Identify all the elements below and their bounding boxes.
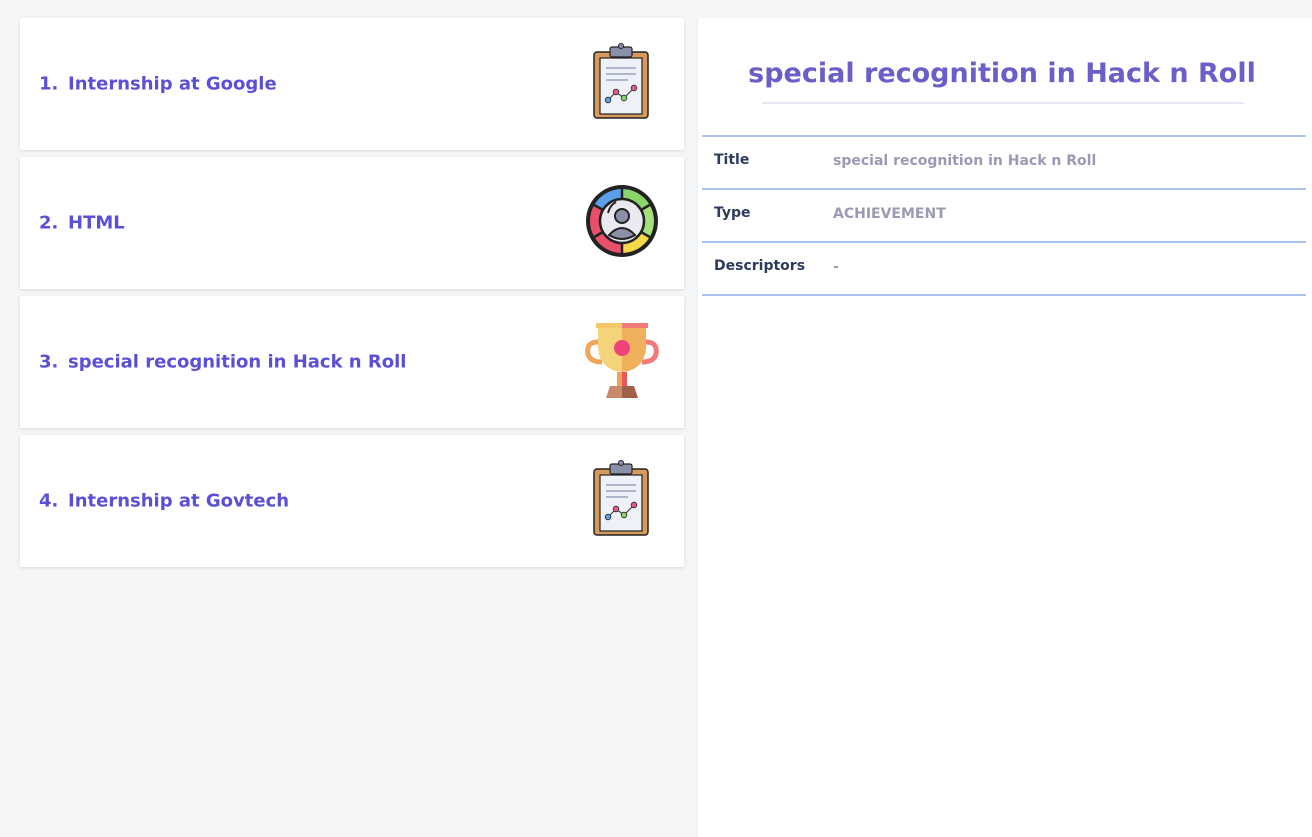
field-row-descriptors: Descriptors - <box>702 243 1306 296</box>
list-item[interactable]: 3. special recognition in Hack n Roll <box>20 296 684 428</box>
item-title: 1. Internship at Google <box>39 74 277 95</box>
item-title: 2. HTML <box>39 213 125 234</box>
item-title-text: Internship at Google <box>68 73 277 95</box>
item-title-text: special recognition in Hack n Roll <box>68 351 407 373</box>
field-value: special recognition in Hack n Roll <box>833 153 1097 169</box>
detail-fields: Title special recognition in Hack n Roll… <box>702 135 1306 296</box>
item-title: 4. Internship at Govtech <box>39 491 289 512</box>
item-list: 1. Internship at Google 2. HTML 3. speci… <box>20 18 684 574</box>
field-value: ACHIEVEMENT <box>833 206 946 222</box>
list-item[interactable]: 1. Internship at Google <box>20 18 684 150</box>
item-index: 1. <box>39 73 59 95</box>
profile-wheel-icon <box>586 185 658 257</box>
field-value: - <box>833 259 839 275</box>
item-title: 3. special recognition in Hack n Roll <box>39 352 406 373</box>
clipboard-chart-icon <box>593 460 649 536</box>
field-label: Descriptors <box>714 258 806 274</box>
heading-divider <box>762 102 1244 104</box>
clipboard-chart-icon <box>593 43 649 119</box>
item-index: 4. <box>39 490 59 512</box>
field-label: Type <box>714 205 751 221</box>
item-title-text: HTML <box>68 212 125 234</box>
trophy-icon <box>585 323 659 398</box>
detail-panel: special recognition in Hack n Roll Title… <box>698 18 1312 837</box>
field-row-title: Title special recognition in Hack n Roll <box>702 137 1306 190</box>
field-label: Title <box>714 152 750 168</box>
list-item[interactable]: 2. HTML <box>20 157 684 289</box>
field-row-type: Type ACHIEVEMENT <box>702 190 1306 243</box>
list-item[interactable]: 4. Internship at Govtech <box>20 435 684 567</box>
app-window: 1. Internship at Google 2. HTML 3. speci… <box>0 0 1312 837</box>
item-index: 2. <box>39 212 59 234</box>
item-index: 3. <box>39 351 59 373</box>
detail-heading: special recognition in Hack n Roll <box>748 58 1256 89</box>
item-title-text: Internship at Govtech <box>68 490 290 512</box>
